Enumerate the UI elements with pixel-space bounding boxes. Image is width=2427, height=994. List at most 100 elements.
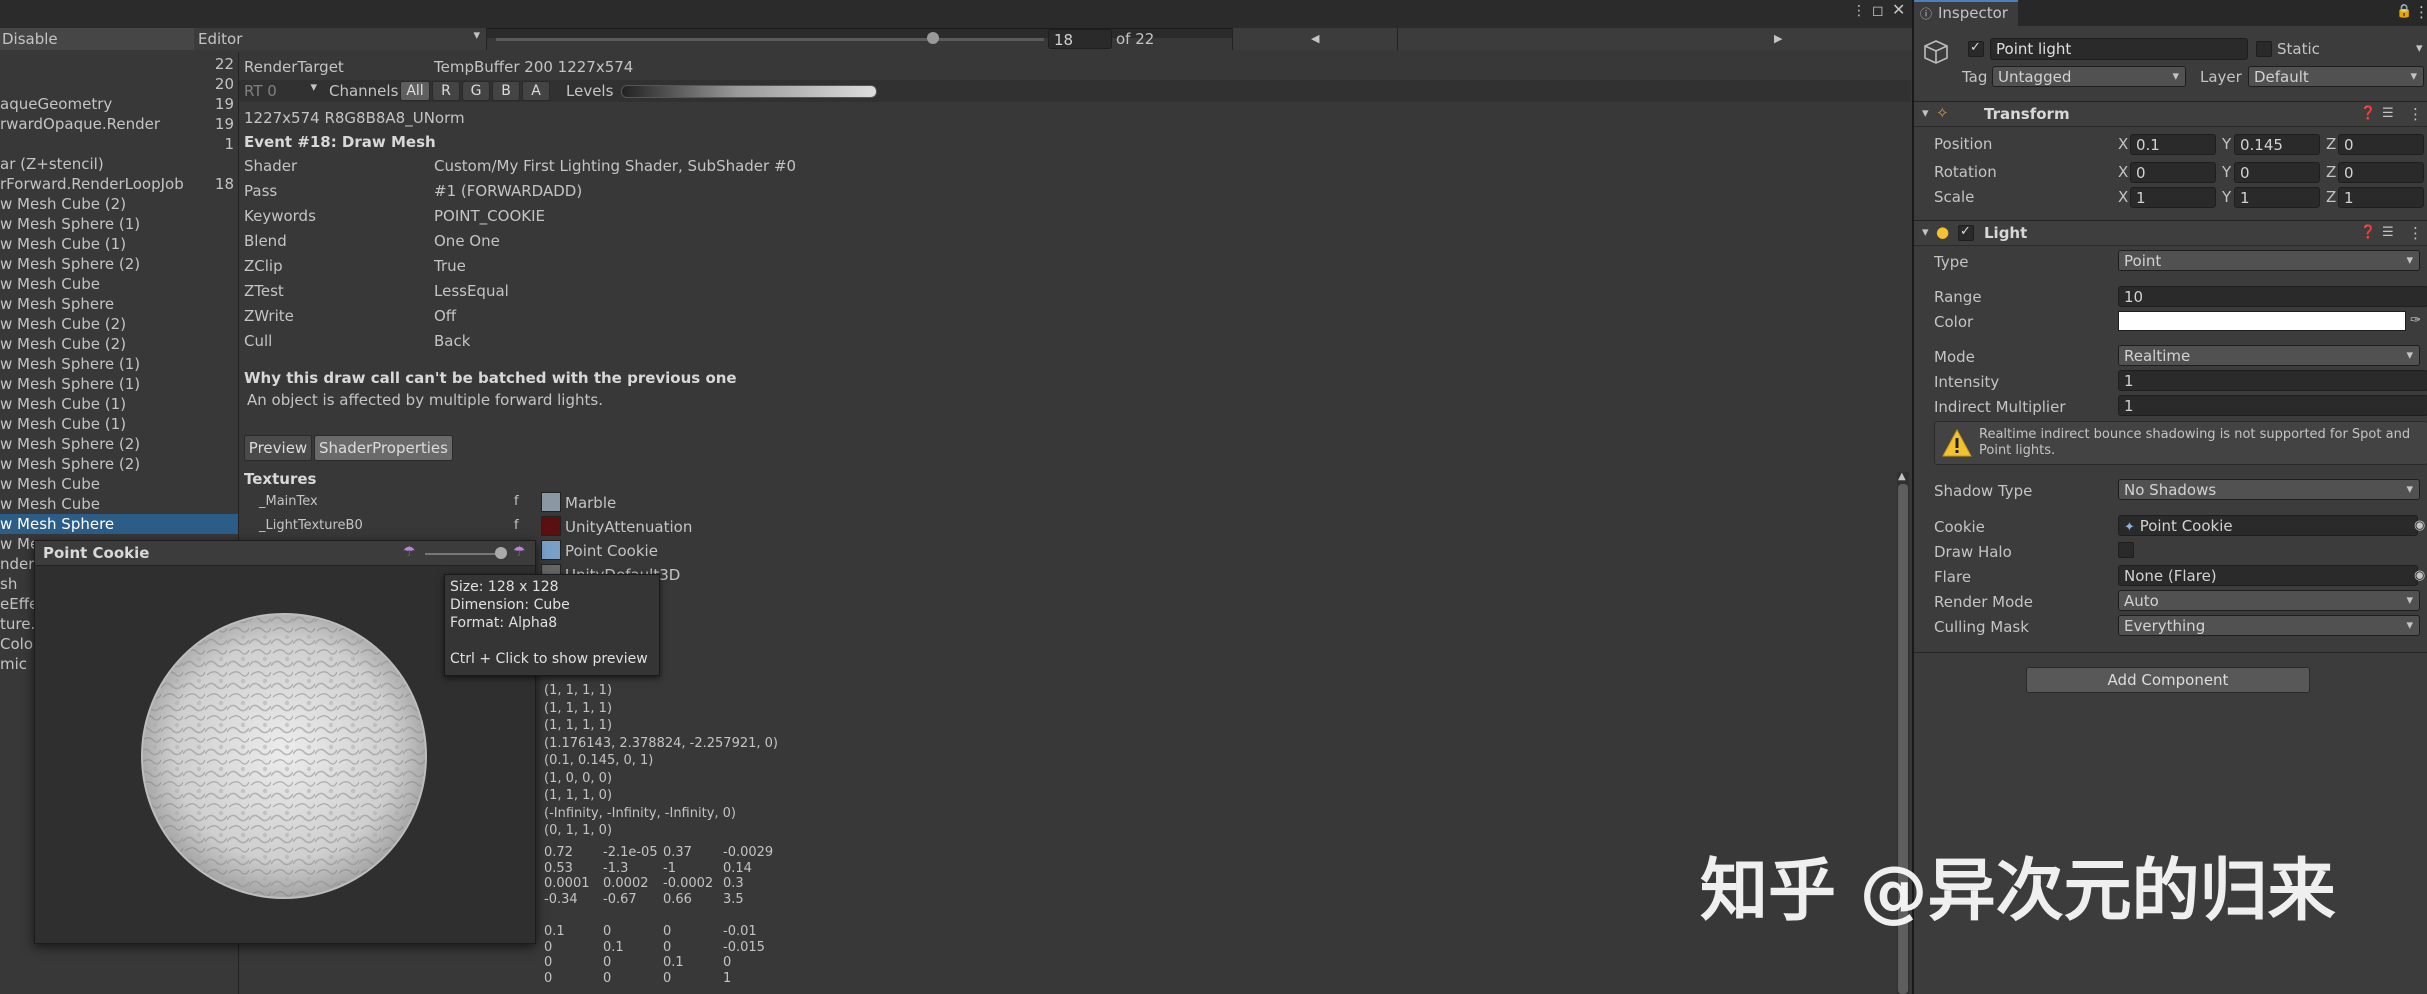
position-y-field[interactable]: 0.145 [2234, 134, 2320, 155]
event-list-item[interactable]: w Mesh Sphere [0, 294, 238, 314]
draw-halo-checkbox[interactable] [2118, 542, 2134, 558]
flare-field[interactable]: None (Flare) [2118, 565, 2418, 586]
help-icon[interactable]: ❓ [2360, 105, 2376, 123]
event-list-item[interactable]: 22 [0, 54, 238, 74]
range-field[interactable]: 10 [2118, 286, 2427, 307]
next-event-button[interactable]: ▶ [1397, 28, 1912, 50]
object-name-field[interactable]: Point light [1990, 38, 2248, 60]
help-icon[interactable]: ❓ [2360, 224, 2376, 242]
tag-dropdown[interactable]: Untagged [1992, 66, 2186, 87]
event-list-item[interactable]: 20 [0, 74, 238, 94]
maximize-icon[interactable]: ◻ [1872, 2, 1884, 20]
event-list-item[interactable]: w Mesh Cube (2) [0, 314, 238, 334]
light-enabled-checkbox[interactable]: ✓ [1958, 224, 1974, 241]
transform-header[interactable]: ▾ ✧ Transform ❓ ☰ ⋮ [1914, 101, 2427, 127]
scale-axis-label[interactable]: X [2118, 188, 2128, 206]
eyedropper-icon[interactable]: ✑ [2410, 312, 2421, 330]
position-x-field[interactable]: 0.1 [2130, 134, 2216, 155]
scale-axis-label[interactable]: Y [2222, 188, 2231, 206]
event-list-item[interactable]: w Mesh Cube (1) [0, 234, 238, 254]
texture-value[interactable]: UnityAttenuation [565, 518, 692, 536]
mip-slider-track[interactable] [425, 553, 501, 555]
event-list-item[interactable]: w Mesh Cube [0, 474, 238, 494]
event-list-item[interactable]: w Mesh Cube [0, 274, 238, 294]
position-z-field[interactable]: 0 [2338, 134, 2424, 155]
tab-preview[interactable]: Preview [244, 435, 312, 461]
inspector-tab[interactable]: ⓘ Inspector [1914, 0, 2018, 26]
event-list-item[interactable]: w Mesh Cube (2) [0, 334, 238, 354]
position-axis-label[interactable]: X [2118, 135, 2128, 153]
event-list-item[interactable]: w Mesh Cube (1) [0, 414, 238, 434]
light-header[interactable]: ▾ ● ✓ Light ❓ ☰ ⋮ [1914, 220, 2427, 246]
indirect-field[interactable]: 1 [2118, 395, 2427, 416]
component-menu-icon[interactable]: ⋮ [2408, 105, 2423, 123]
mode-dropdown[interactable]: Realtime [2118, 345, 2420, 366]
event-list-item[interactable]: w Mesh Sphere (1) [0, 214, 238, 234]
color-swatch[interactable] [2118, 311, 2406, 331]
window-menu-icon[interactable]: ⋮ [1852, 2, 1866, 20]
layer-dropdown[interactable]: Default [2248, 66, 2424, 87]
event-list-item[interactable]: w Mesh Sphere (2) [0, 434, 238, 454]
cookie-field[interactable]: ✦ Point Cookie [2118, 515, 2418, 536]
event-list-item[interactable]: w Mesh Sphere (1) [0, 374, 238, 394]
channel-toggle[interactable]: All [400, 81, 430, 101]
rotation-axis-label[interactable]: X [2118, 163, 2128, 181]
preset-icon[interactable]: ☰ [2382, 105, 2394, 123]
scale-x-field[interactable]: 1 [2130, 187, 2216, 208]
event-list-item[interactable]: w Mesh Cube (1) [0, 394, 238, 414]
tab-shader-properties[interactable]: ShaderProperties [314, 435, 453, 461]
rt-dropdown[interactable]: RT 0 [239, 80, 323, 102]
event-slider-handle[interactable] [927, 32, 939, 44]
lock-icon[interactable]: 🔒 [2396, 3, 2412, 21]
event-list-item[interactable]: w Mesh Sphere (1) [0, 354, 238, 374]
culling-mask-dropdown[interactable]: Everything [2118, 615, 2420, 636]
event-list-item[interactable]: ar (Z+stencil) [0, 154, 238, 174]
scale-axis-label[interactable]: Z [2326, 188, 2336, 206]
mip-slider-handle[interactable] [495, 547, 507, 559]
type-dropdown[interactable]: Point [2118, 250, 2420, 271]
alpha-icon[interactable]: ☂ [403, 543, 416, 561]
inspector-menu-icon[interactable]: ⋮ [2414, 3, 2427, 21]
rotation-y-field[interactable]: 0 [2234, 162, 2320, 183]
component-menu-icon[interactable]: ⋮ [2408, 224, 2423, 242]
disable-button[interactable]: Disable [0, 28, 195, 50]
object-picker-icon[interactable]: ◉ [2414, 567, 2425, 585]
static-checkbox[interactable] [2256, 41, 2272, 57]
static-dropdown-icon[interactable]: ▾ [2416, 40, 2423, 58]
mip-large-icon[interactable]: ☂ [513, 543, 526, 561]
render-mode-dropdown[interactable]: Auto [2118, 590, 2420, 611]
texture-thumbnail-icon[interactable] [541, 492, 561, 512]
channel-toggle[interactable]: G [462, 81, 490, 101]
event-list-item[interactable]: w Mesh Cube (2) [0, 194, 238, 214]
active-checkbox[interactable]: ✓ [1968, 40, 1984, 57]
texture-value[interactable]: Point Cookie [565, 542, 658, 560]
rotation-z-field[interactable]: 0 [2338, 162, 2424, 183]
preset-icon[interactable]: ☰ [2382, 224, 2394, 242]
event-list-item[interactable]: aqueGeometry 19 [0, 94, 238, 114]
rotation-axis-label[interactable]: Z [2326, 163, 2336, 181]
shadow-type-dropdown[interactable]: No Shadows [2118, 479, 2420, 500]
rotation-x-field[interactable]: 0 [2130, 162, 2216, 183]
event-list-item[interactable]: w Mesh Sphere [0, 514, 238, 534]
event-list-item[interactable]: rForward.RenderLoopJob 18 [0, 174, 238, 194]
event-index-field[interactable]: 18 [1048, 29, 1112, 49]
texture-thumbnail-icon[interactable] [541, 540, 561, 560]
event-list-item[interactable]: w Mesh Sphere (2) [0, 254, 238, 274]
add-component-button[interactable]: Add Component [2026, 667, 2310, 693]
scroll-up-icon[interactable]: ▲ [1898, 468, 1906, 486]
channel-toggle[interactable]: A [522, 81, 550, 101]
intensity-field[interactable]: 1 [2118, 370, 2427, 391]
prev-event-button[interactable]: ◀ [1232, 28, 1397, 50]
scale-z-field[interactable]: 1 [2338, 187, 2424, 208]
levels-slider[interactable] [621, 85, 877, 98]
channel-toggle[interactable]: R [432, 81, 460, 101]
event-list-item[interactable]: w Mesh Cube [0, 494, 238, 514]
editor-dropdown[interactable]: Editor [194, 28, 487, 50]
scale-y-field[interactable]: 1 [2234, 187, 2320, 208]
rotation-axis-label[interactable]: Y [2222, 163, 2231, 181]
position-axis-label[interactable]: Z [2326, 135, 2336, 153]
texture-thumbnail-icon[interactable] [541, 516, 561, 536]
event-list-item[interactable]: rwardOpaque.Render 19 [0, 114, 238, 134]
channel-toggle[interactable]: B [492, 81, 520, 101]
close-icon[interactable]: ✕ [1892, 1, 1905, 19]
